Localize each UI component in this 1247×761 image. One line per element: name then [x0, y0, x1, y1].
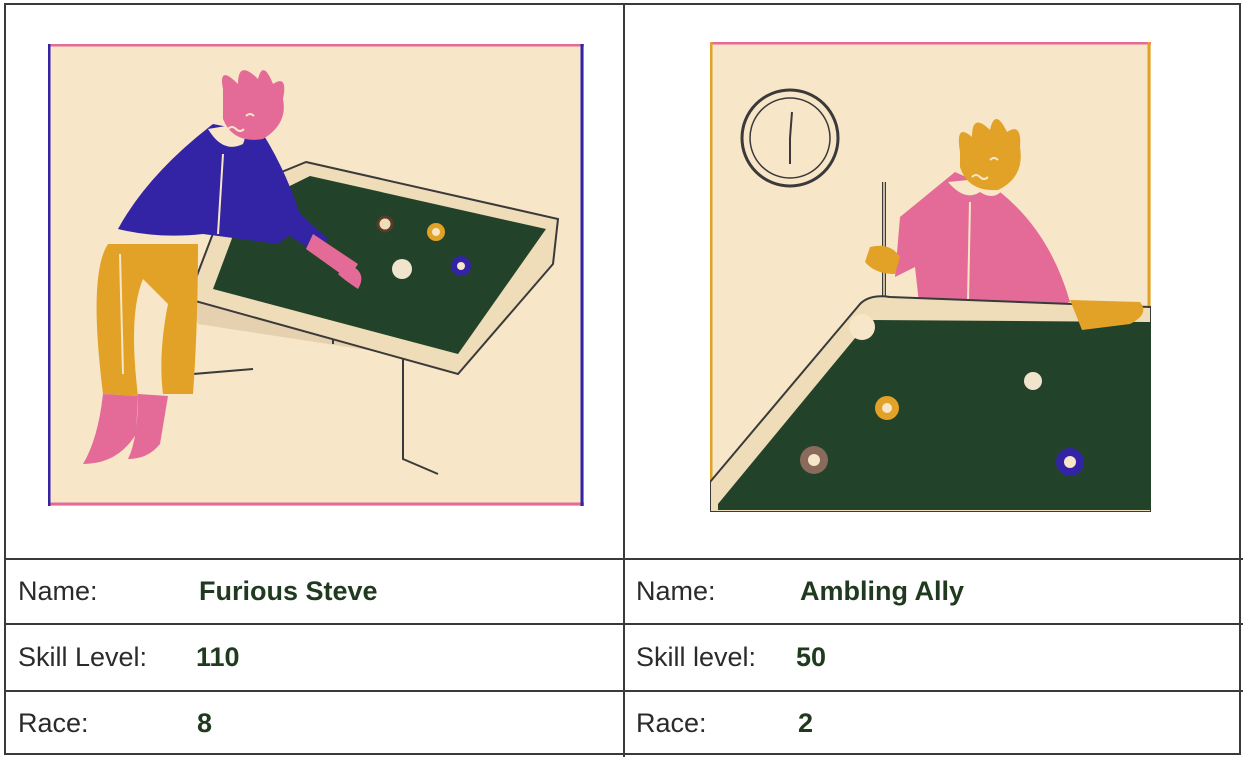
ambling-ally-illustration [710, 42, 1151, 512]
player-name: Furious Steve [199, 576, 378, 606]
race-label: Race: [636, 708, 707, 738]
skill-value: 50 [796, 642, 827, 672]
column-divider [623, 5, 625, 757]
skill-label: Skill level: [636, 642, 757, 672]
row-divider-3 [6, 690, 1243, 692]
skill-label: Skill Level: [18, 642, 148, 672]
name-label: Name: [18, 576, 98, 606]
race-value: 2 [798, 708, 814, 738]
skill-value: 110 [196, 642, 240, 672]
race-label: Race: [18, 708, 89, 738]
race-value: 8 [197, 708, 213, 738]
row-divider-1 [6, 558, 1243, 560]
player-name: Ambling Ally [800, 576, 965, 606]
furious-steve-illustration [48, 44, 584, 506]
row-divider-2 [6, 623, 1243, 625]
name-label: Name: [636, 576, 716, 606]
